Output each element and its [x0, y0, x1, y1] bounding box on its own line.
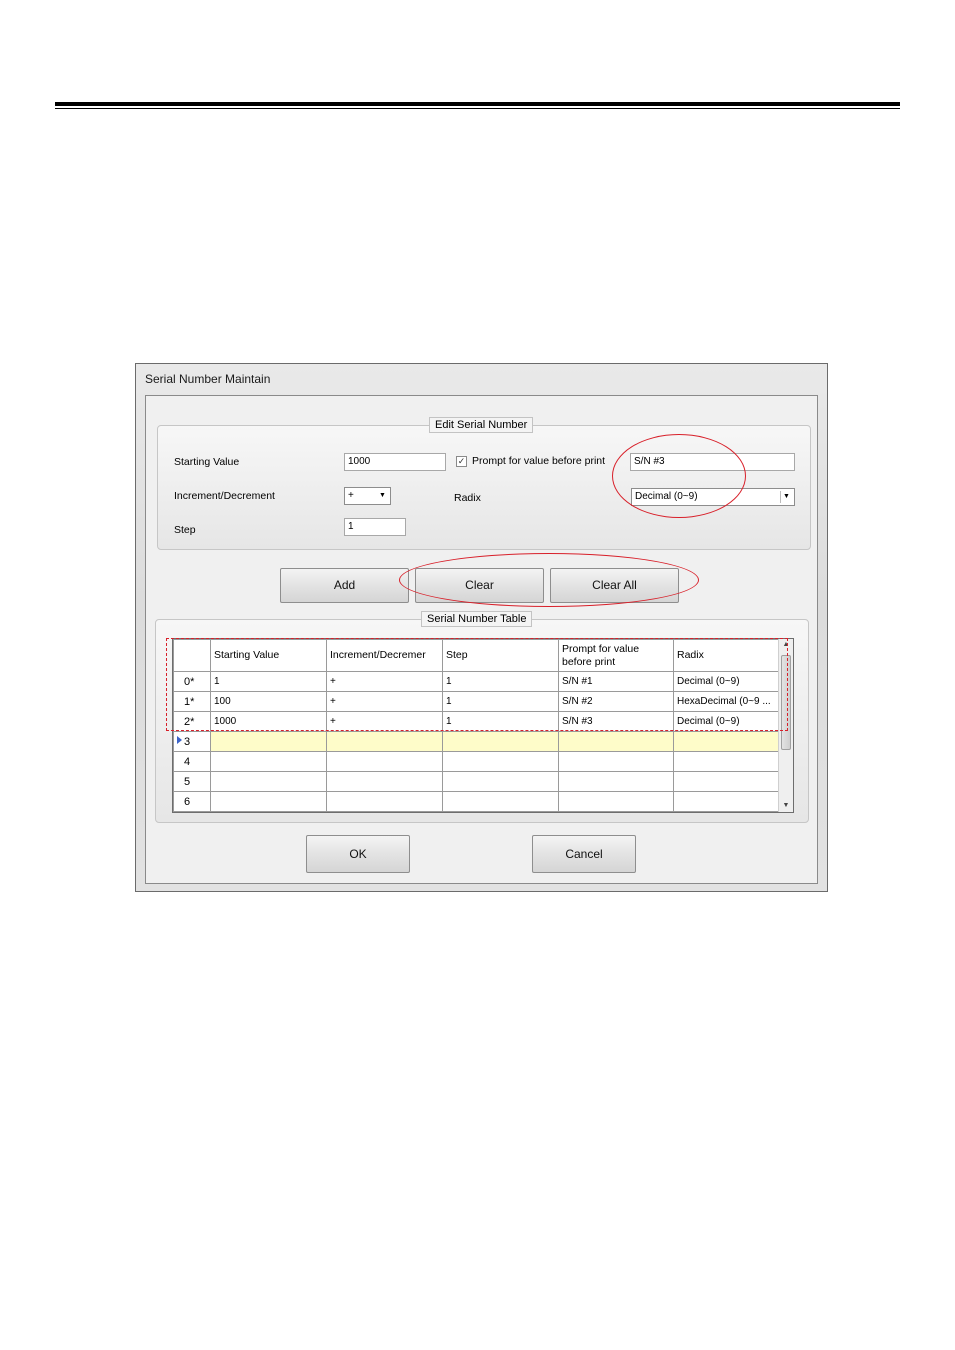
- table-cell[interactable]: [673, 791, 781, 812]
- prompt-checkbox[interactable]: ✓: [456, 456, 467, 467]
- step-input[interactable]: 1: [344, 518, 406, 536]
- annotation-ellipse-clear: [399, 553, 699, 607]
- table-cell[interactable]: [210, 751, 327, 772]
- table-cell[interactable]: [210, 771, 327, 792]
- row-header[interactable]: 6: [173, 791, 211, 812]
- table-cell[interactable]: [210, 791, 327, 812]
- annotation-dashed-box: [166, 638, 788, 731]
- increment-select[interactable]: + ▼: [344, 487, 391, 505]
- table-cell[interactable]: [326, 771, 443, 792]
- serial-number-table-legend: Serial Number Table: [421, 611, 533, 627]
- check-icon: ✓: [457, 456, 466, 466]
- table-cell[interactable]: [326, 791, 443, 812]
- add-button[interactable]: Add: [280, 568, 409, 603]
- header-rule-thin: [55, 108, 900, 109]
- increment-label: Increment/Decrement: [174, 490, 275, 502]
- table-cell[interactable]: [673, 771, 781, 792]
- chevron-down-icon: ▼: [379, 492, 386, 499]
- table-row[interactable]: 5: [173, 771, 781, 792]
- prompt-label: Prompt for value before print: [472, 455, 606, 467]
- row-header[interactable]: 5: [173, 771, 211, 792]
- table-cell[interactable]: [442, 771, 559, 792]
- table-cell[interactable]: [558, 731, 674, 752]
- table-row[interactable]: 6: [173, 791, 781, 812]
- table-cell[interactable]: [673, 731, 781, 752]
- starting-value-label: Starting Value: [174, 456, 240, 468]
- radix-label: Radix: [454, 492, 481, 504]
- window-title: Serial Number Maintain: [145, 372, 271, 386]
- table-cell[interactable]: [326, 731, 443, 752]
- table-cell[interactable]: [442, 751, 559, 772]
- row-header[interactable]: 3: [173, 731, 211, 752]
- table-cell[interactable]: [210, 731, 327, 752]
- header-rule-thick: [55, 102, 900, 106]
- table-cell[interactable]: [558, 751, 674, 772]
- table-cell[interactable]: [558, 771, 674, 792]
- table-cell[interactable]: [442, 791, 559, 812]
- table-cell[interactable]: [558, 791, 674, 812]
- increment-select-value: +: [348, 490, 354, 501]
- row-header[interactable]: 4: [173, 751, 211, 772]
- table-cell[interactable]: [673, 751, 781, 772]
- starting-value-input[interactable]: 1000: [344, 453, 446, 471]
- table-row[interactable]: 4: [173, 751, 781, 772]
- edit-serial-number-legend: Edit Serial Number: [429, 417, 534, 433]
- scroll-down-icon[interactable]: ▼: [779, 800, 793, 812]
- table-cell[interactable]: [326, 751, 443, 772]
- row-pointer-icon: [177, 736, 182, 744]
- cancel-button[interactable]: Cancel: [532, 835, 636, 873]
- table-row-new[interactable]: 3: [173, 731, 781, 752]
- ok-button[interactable]: OK: [306, 835, 410, 873]
- table-cell[interactable]: [442, 731, 559, 752]
- row-header-label: 3: [184, 735, 191, 748]
- serial-number-maintain-dialog: Serial Number Maintain Edit Serial Numbe…: [135, 363, 828, 892]
- annotation-ellipse-prompt: [612, 434, 746, 518]
- chevron-down-icon: ▼: [780, 491, 792, 503]
- step-label: Step: [174, 524, 196, 536]
